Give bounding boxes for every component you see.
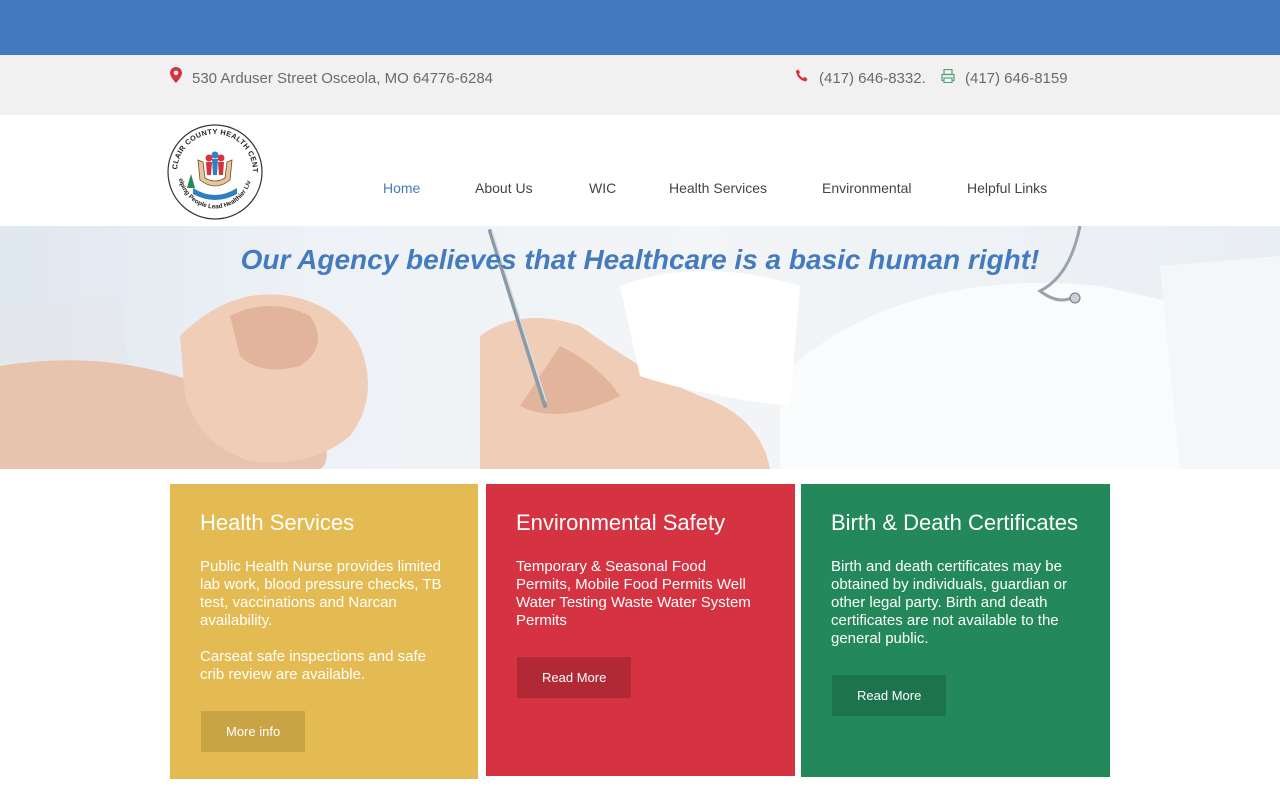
address-item: 530 Arduser Street Osceola, MO 64776-628… xyxy=(170,55,493,103)
address-text: 530 Arduser Street Osceola, MO 64776-628… xyxy=(192,70,494,87)
read-more-button[interactable]: Read More xyxy=(832,675,947,716)
nav-helpful-links[interactable]: Helpful Links xyxy=(967,180,1047,196)
card-text-secondary: Carseat safe inspections and safe crib r… xyxy=(200,648,426,683)
phone-icon xyxy=(795,55,809,103)
map-pin-icon xyxy=(170,55,182,103)
card-health-services: Health Services Public Health Nurse prov… xyxy=(170,484,478,779)
nav-health-services[interactable]: Health Services xyxy=(669,180,767,196)
phone-text[interactable]: (417) 646-8332. xyxy=(819,70,926,87)
card-text: Public Health Nurse provides limited lab… xyxy=(200,558,442,629)
card-title: Health Services xyxy=(200,510,355,535)
site-header: ST. CLAIR COUNTY HEALTH CENTER Helping P… xyxy=(0,113,1280,226)
top-blue-bar xyxy=(0,0,1280,55)
card-title: Birth & Death Certificates xyxy=(831,510,1078,535)
nav-environmental[interactable]: Environmental xyxy=(822,180,912,196)
contact-info-bar: 530 Arduser Street Osceola, MO 64776-628… xyxy=(0,55,1280,115)
card-title: Environmental Safety xyxy=(516,510,726,535)
card-birth-death-certificates: Birth & Death Certificates Birth and dea… xyxy=(801,484,1110,777)
fax-item: (417) 646-8159 xyxy=(941,55,1068,103)
hero-banner: Our Agency believes that Healthcare is a… xyxy=(0,226,1280,469)
card-text: Birth and death certificates may be obta… xyxy=(831,558,1067,647)
read-more-button[interactable]: Read More xyxy=(517,657,632,698)
hero-title: Our Agency believes that Healthcare is a… xyxy=(240,244,1040,275)
phone-item[interactable]: (417) 646-8332. xyxy=(795,55,926,103)
card-environmental-safety: Environmental Safety Temporary & Seasona… xyxy=(486,484,795,776)
nav-wic[interactable]: WIC xyxy=(589,180,616,196)
main-nav: Home About Us WIC Health Services Enviro… xyxy=(0,115,1280,226)
fax-icon xyxy=(941,55,955,103)
more-info-button[interactable]: More info xyxy=(201,711,306,752)
nav-about-us[interactable]: About Us xyxy=(475,180,533,196)
card-text: Temporary & Seasonal Food Permits, Mobil… xyxy=(516,558,751,629)
nav-home[interactable]: Home xyxy=(383,180,420,196)
fax-text: (417) 646-8159 xyxy=(965,70,1068,87)
